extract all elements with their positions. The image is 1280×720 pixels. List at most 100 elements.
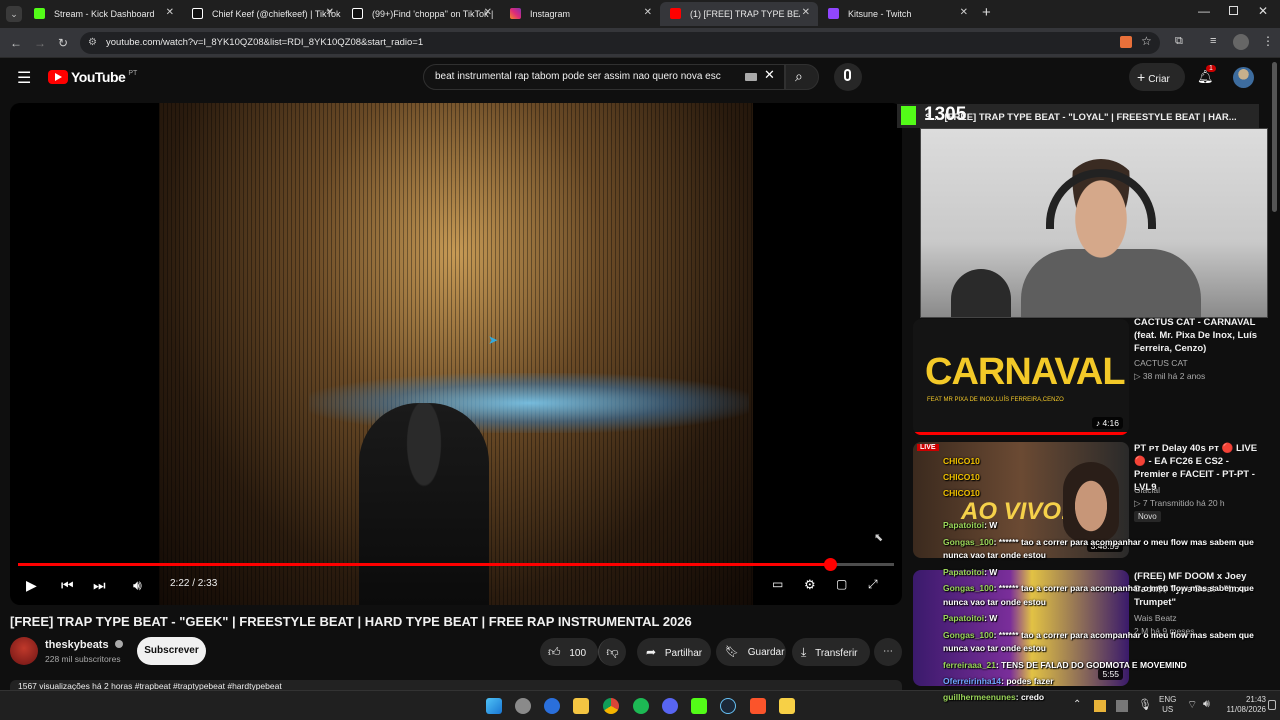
browser-menu-icon[interactable]: ⋮ — [1262, 34, 1274, 48]
spotify-icon[interactable] — [633, 698, 649, 714]
video-player[interactable]: ➤ ⬉ ▶ ⏮ ⏭ 🔊︎ 2:22 / 2:33 ▭ ⚙ ▢ ⤢ — [10, 103, 902, 605]
create-button[interactable]: + Criar — [1129, 63, 1185, 91]
subscribe-button[interactable]: Subscrever — [137, 637, 206, 665]
settings-gear-icon[interactable]: ⚙ — [804, 577, 816, 593]
previous-icon[interactable]: ⏮ — [61, 577, 74, 594]
recommendation-thumbnail[interactable]: CARNAVAL FEAT MR PIXA DE INOX,LUÍS FERRE… — [913, 319, 1129, 435]
reload-icon[interactable]: ↻ — [58, 36, 68, 50]
hamburger-menu-icon[interactable]: ☰ — [17, 68, 31, 88]
keyboard-icon[interactable] — [745, 73, 757, 81]
clear-search-icon[interactable]: ✕ — [764, 67, 775, 83]
time-display: 2:22 / 2:33 — [170, 578, 218, 589]
edge-icon[interactable] — [544, 698, 560, 714]
media-controls-icon[interactable]: ≡ — [1210, 35, 1216, 47]
chrome-icon[interactable] — [603, 698, 619, 714]
chat-text: nunca vao tar onde estou — [943, 643, 1046, 653]
share-icon: ➦ — [646, 645, 657, 659]
restore-button[interactable] — [1229, 6, 1238, 15]
tray-app-icon[interactable] — [1094, 700, 1106, 712]
duration-badge: ♪ 4:16 — [1091, 417, 1123, 429]
notes-app-icon[interactable] — [779, 698, 795, 714]
keyboard-language[interactable]: ENG US — [1159, 695, 1176, 715]
tab-search-icon[interactable]: ⌄ — [6, 6, 22, 22]
close-icon[interactable]: ✕ — [326, 7, 334, 18]
chat-message: Oferreirinha14: podes fazer — [943, 676, 1054, 686]
volume-icon[interactable]: 🔊︎ — [133, 577, 142, 594]
file-explorer-icon[interactable] — [573, 698, 589, 714]
extensions-puzzle-icon[interactable]: ⧉ — [1175, 35, 1183, 48]
minimize-button[interactable]: — — [1198, 4, 1210, 18]
close-icon[interactable]: ✕ — [166, 7, 174, 18]
account-avatar[interactable] — [1233, 67, 1254, 88]
close-icon[interactable]: ✕ — [802, 7, 810, 18]
dislike-button[interactable]: 👎︎ — [598, 638, 626, 666]
wifi-icon[interactable]: ⌔ — [1187, 698, 1197, 712]
pip-hint-icon: ⬉ — [874, 532, 884, 544]
like-count: 100 — [569, 648, 587, 659]
steam-icon[interactable] — [720, 698, 736, 714]
share-button[interactable]: ➦ Partilhar — [637, 638, 711, 666]
fullscreen-icon[interactable]: ⤢ — [868, 577, 878, 592]
more-actions-button[interactable]: ⋯ — [874, 638, 902, 666]
extension-icon[interactable] — [1120, 36, 1132, 48]
channel-avatar[interactable] — [10, 637, 38, 665]
search-button[interactable]: ⌕ — [785, 64, 819, 90]
url-field[interactable]: ⚙ youtube.com/watch?v=I_8YK10QZ08&list=R… — [80, 32, 1160, 54]
microphone-icon — [844, 69, 851, 81]
save-button[interactable]: 🔖︎ Guardar — [716, 638, 786, 666]
speaker-icon[interactable]: 🔊︎ — [1203, 698, 1210, 711]
notifications-button[interactable]: 🔔︎ 1 — [1197, 65, 1216, 86]
forward-icon[interactable]: → — [34, 36, 46, 50]
recommendation-channel[interactable]: Wais Beatz — [1134, 613, 1177, 623]
tab-tiktok-choppa[interactable]: (99+)Find 'choppa'' on TikTok | ✕ — [342, 2, 500, 26]
close-window-button[interactable]: ✕ — [1258, 4, 1268, 18]
brave-icon[interactable] — [750, 698, 766, 714]
close-icon[interactable]: ✕ — [644, 7, 652, 18]
close-icon[interactable]: ✕ — [960, 7, 968, 18]
tab-tiktok-chiefkeef[interactable]: Chief Keef (@chiefkeef) | TikTok ✕ — [182, 2, 342, 26]
save-label: Guardar — [747, 647, 785, 658]
recommendation-channel[interactable]: Glacial — [1134, 485, 1160, 495]
tab-instagram[interactable]: Instagram ✕ — [500, 2, 660, 26]
page-scrollbar[interactable] — [1272, 62, 1277, 212]
tab-kick-dashboard[interactable]: Stream - Kick Dashboard ✕ — [24, 2, 182, 26]
search-input[interactable]: beat instrumental rap tabom pode ser ass… — [423, 64, 785, 90]
play-icon[interactable]: ▶ — [26, 577, 37, 594]
start-windows-icon[interactable] — [486, 698, 502, 714]
copilot-icon[interactable] — [515, 698, 531, 714]
next-icon[interactable]: ⏭ — [93, 577, 106, 594]
progress-bar[interactable] — [18, 558, 894, 571]
theater-mode-icon[interactable]: ▢ — [836, 577, 847, 591]
tab-youtube-active[interactable]: (1) [FREE] TRAP TYPE BEAT - "G ✕ — [660, 2, 818, 26]
tab-twitch[interactable]: Kitsune - Twitch ✕ — [818, 2, 976, 26]
clock[interactable]: 21:43 11/08/2026 — [1222, 695, 1266, 715]
recommendation-channel[interactable]: CACTUS CAT — [1134, 358, 1188, 368]
chat-message: Gongas_100: ****** tao a correr para aco… — [943, 630, 1254, 640]
video-frame — [159, 103, 753, 605]
discord-icon[interactable] — [662, 698, 678, 714]
tray-network-icon[interactable] — [1116, 700, 1128, 712]
back-icon[interactable]: ← — [10, 36, 22, 50]
youtube-logo[interactable]: YouTube PT — [48, 69, 137, 85]
chat-message: Papatoitoi: W — [943, 520, 997, 530]
profile-avatar[interactable] — [1233, 34, 1249, 50]
site-info-icon[interactable]: ⚙ — [88, 32, 97, 54]
youtube-icon — [670, 8, 681, 19]
subtitles-icon[interactable]: ▭ — [772, 577, 783, 591]
chat-username: Papatoitoi — [943, 613, 985, 623]
progress-scrubber[interactable] — [824, 558, 838, 571]
like-button[interactable]: 👍︎ 100 — [540, 638, 598, 666]
close-icon[interactable]: ✕ — [484, 7, 492, 18]
kick-app-icon[interactable] — [691, 698, 707, 714]
channel-name[interactable]: theskybeats — [45, 639, 123, 651]
notification-center-icon[interactable] — [1268, 700, 1276, 710]
tray-microphone-icon[interactable]: 🎙︎ — [1138, 698, 1152, 711]
download-button[interactable]: ⤓ Transferir — [792, 638, 870, 666]
tray-chevron-icon[interactable]: ⌃ — [1073, 699, 1081, 710]
new-tab-button[interactable]: + — [982, 4, 991, 21]
search-value: beat instrumental rap tabom pode ser ass… — [435, 71, 721, 82]
voice-search-button[interactable] — [834, 63, 862, 91]
recommendation-title[interactable]: CACTUS CAT - CARNAVAL (feat. Mr. Pixa De… — [1134, 316, 1264, 355]
bookmark-star-icon[interactable]: ☆ — [1141, 34, 1152, 48]
chat-message: Papatoitoi: W — [943, 613, 997, 623]
